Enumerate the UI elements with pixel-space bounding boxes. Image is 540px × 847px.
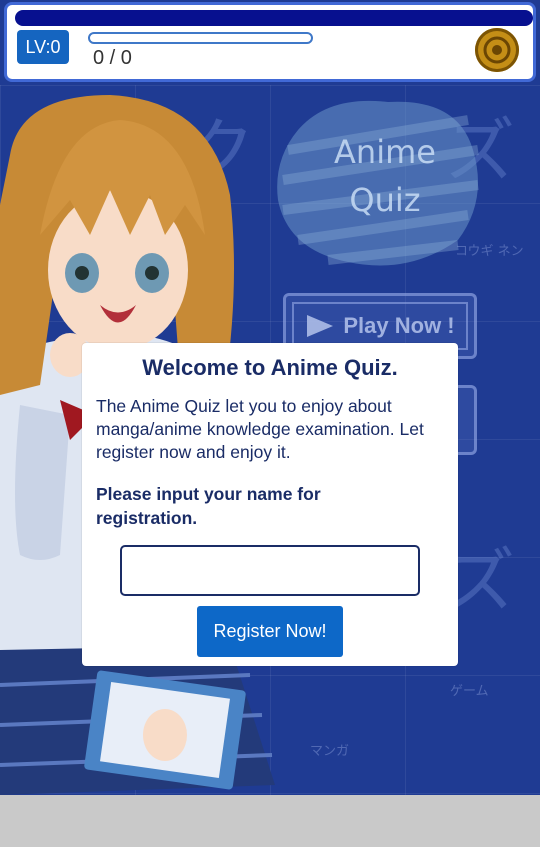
app-title: Anime Quiz xyxy=(300,128,470,224)
experience-progress-text: 0 / 0 xyxy=(93,47,132,69)
coin-emblem-icon xyxy=(483,36,511,64)
app-title-line2: Quiz xyxy=(349,181,421,219)
top-status-bar: LV:0 0 / 0 xyxy=(4,2,536,82)
play-now-label: Play Now ! xyxy=(343,313,455,338)
background-decoration: マンガ xyxy=(310,744,350,759)
play-icon xyxy=(307,315,334,337)
name-prompt: Please input your name for registration. xyxy=(96,484,321,528)
name-input[interactable] xyxy=(120,545,420,596)
dialog-description: The Anime Quiz let you to enjoy about ma… xyxy=(96,396,424,462)
experience-progress-bar xyxy=(88,32,313,44)
header-accent-bar xyxy=(15,10,533,26)
app-title-line1: Anime xyxy=(334,133,436,171)
coin-icon[interactable] xyxy=(475,28,519,72)
register-button[interactable]: Register Now! xyxy=(197,606,343,657)
background-decoration: ゲーム xyxy=(450,684,489,699)
level-badge: LV:0 xyxy=(17,30,69,64)
dialog-title: Welcome to Anime Quiz. xyxy=(142,355,398,380)
registration-dialog: Welcome to Anime Quiz. The Anime Quiz le… xyxy=(82,343,458,666)
